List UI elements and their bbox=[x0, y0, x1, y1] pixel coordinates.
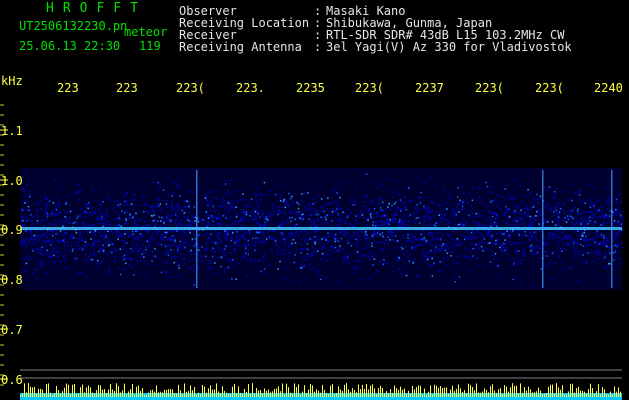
y-tick-label: 0.9 bbox=[1, 223, 23, 237]
antenna-label: Receiving Antenna bbox=[179, 40, 302, 54]
y-tick-label: 1.1 bbox=[1, 124, 23, 138]
level-spikes bbox=[20, 383, 621, 397]
x-tick-label: 223( bbox=[475, 81, 504, 95]
x-tick-label: 223( bbox=[535, 81, 564, 95]
antenna-colon: : bbox=[314, 40, 322, 54]
x-tick-label: 223. bbox=[236, 81, 265, 95]
y-tick-label: 0.6 bbox=[1, 373, 23, 387]
x-tick-label: 2237 bbox=[415, 81, 444, 95]
unit-label: kHz bbox=[1, 74, 23, 88]
x-tick-label: 2240 bbox=[594, 81, 623, 95]
datetime-label: 25.06.13 22:30 bbox=[19, 39, 121, 53]
y-tick-label: 0.8 bbox=[1, 273, 23, 287]
spectrogram-canvas bbox=[0, 104, 624, 400]
x-tick-label: 223( bbox=[176, 81, 205, 95]
mode-label: meteor bbox=[124, 25, 168, 39]
y-tick-label: 0.7 bbox=[1, 323, 23, 337]
y-tick-label: 1.0 bbox=[1, 174, 23, 188]
x-tick-label: 223 bbox=[116, 81, 138, 95]
antenna-value: 3el Yagi(V) Az 330 for Vladivostok bbox=[326, 40, 572, 54]
app-logo: HROFFT bbox=[46, 1, 147, 16]
count-label: 119 bbox=[139, 39, 161, 53]
x-tick-label: 223 bbox=[57, 81, 79, 95]
x-tick-label: 2235 bbox=[296, 81, 325, 95]
carrier-line bbox=[20, 227, 622, 230]
meteor-streak bbox=[196, 170, 198, 288]
filename-label: UT2506132230.pn bbox=[19, 19, 128, 33]
meteor-streak bbox=[611, 170, 613, 288]
x-tick-label: 223( bbox=[355, 81, 384, 95]
meteor-streak bbox=[542, 170, 544, 288]
